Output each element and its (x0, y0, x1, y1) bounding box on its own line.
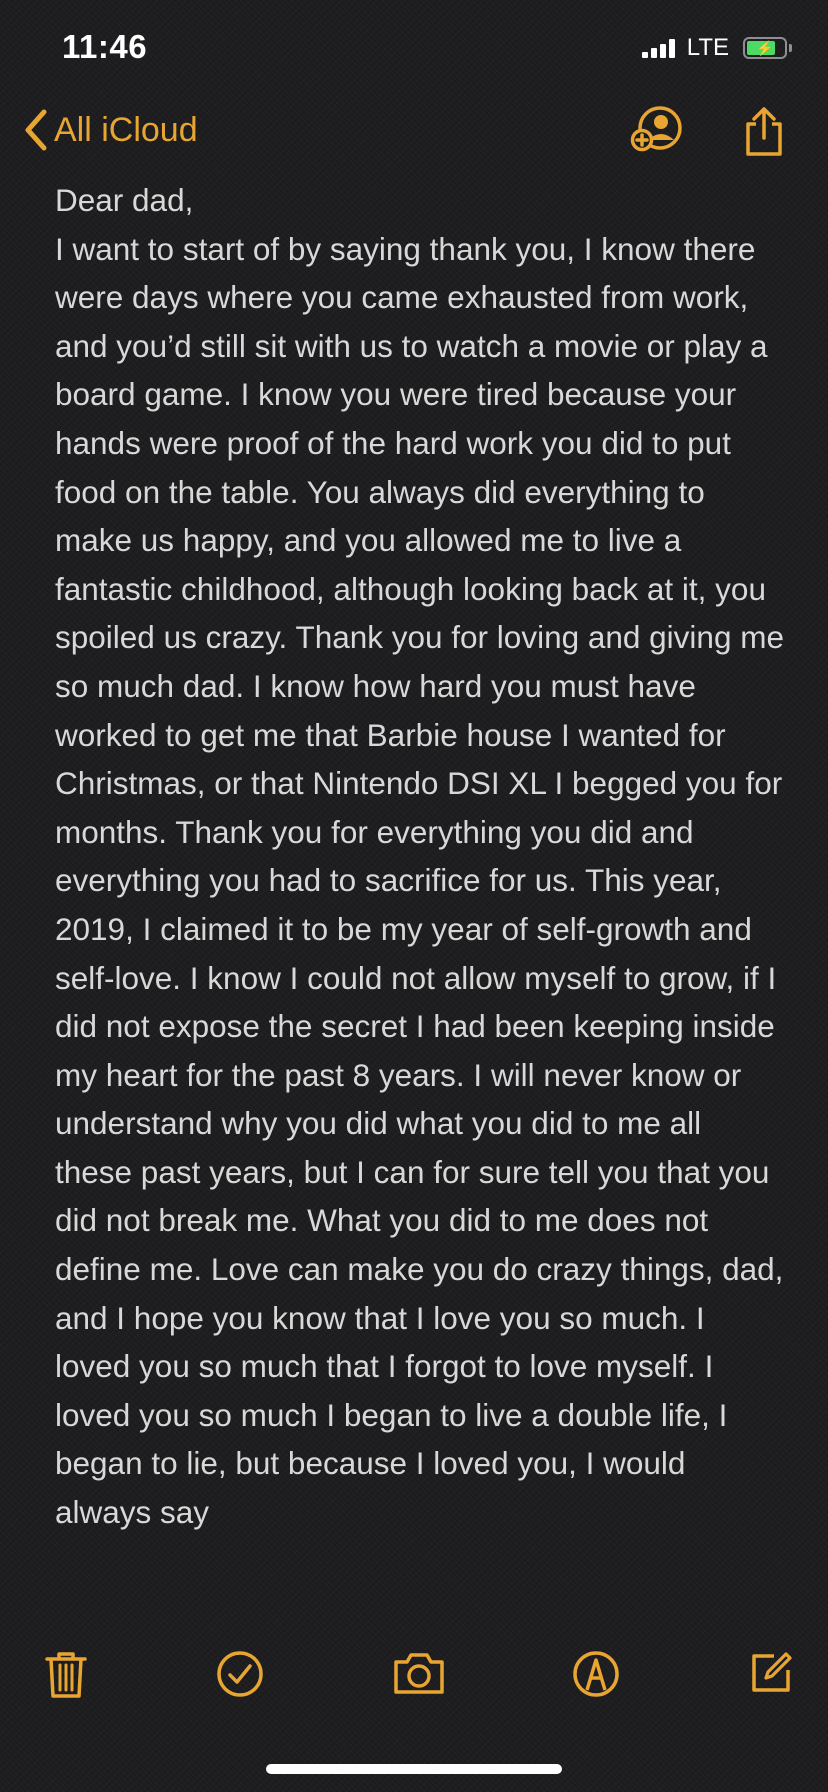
battery-icon: ⚡ (743, 37, 787, 59)
note-text[interactable]: Dear dad, I want to start of by saying t… (55, 176, 785, 1626)
navigation-bar: All iCloud (0, 100, 828, 170)
battery-tip (789, 44, 792, 52)
checklist-button[interactable] (216, 1650, 264, 1703)
share-button[interactable] (742, 106, 786, 163)
status-bar: 11:46 LTE ⚡ (0, 0, 828, 100)
markup-icon (573, 1651, 619, 1697)
back-button[interactable]: All iCloud (22, 108, 198, 152)
delete-button[interactable] (44, 1650, 88, 1705)
add-person-button[interactable] (628, 106, 686, 161)
status-time: 11:46 (62, 28, 148, 65)
camera-icon (394, 1653, 444, 1694)
charging-bolt-icon: ⚡ (756, 40, 774, 56)
share-icon (746, 107, 782, 156)
back-chevron-icon (25, 109, 47, 151)
signal-strength-icon (641, 38, 675, 58)
home-indicator[interactable] (266, 1764, 562, 1774)
network-type: LTE (686, 34, 729, 61)
markup-button[interactable] (572, 1650, 620, 1703)
bottom-toolbar (0, 1650, 828, 1710)
status-indicators: LTE ⚡ (641, 34, 792, 62)
camera-button[interactable] (392, 1650, 446, 1701)
compose-button[interactable] (748, 1650, 794, 1701)
trash-icon (45, 1652, 87, 1698)
compose-icon (752, 1652, 792, 1692)
add-person-icon (630, 106, 682, 152)
back-label: All iCloud (54, 110, 198, 149)
checklist-icon (217, 1651, 263, 1697)
